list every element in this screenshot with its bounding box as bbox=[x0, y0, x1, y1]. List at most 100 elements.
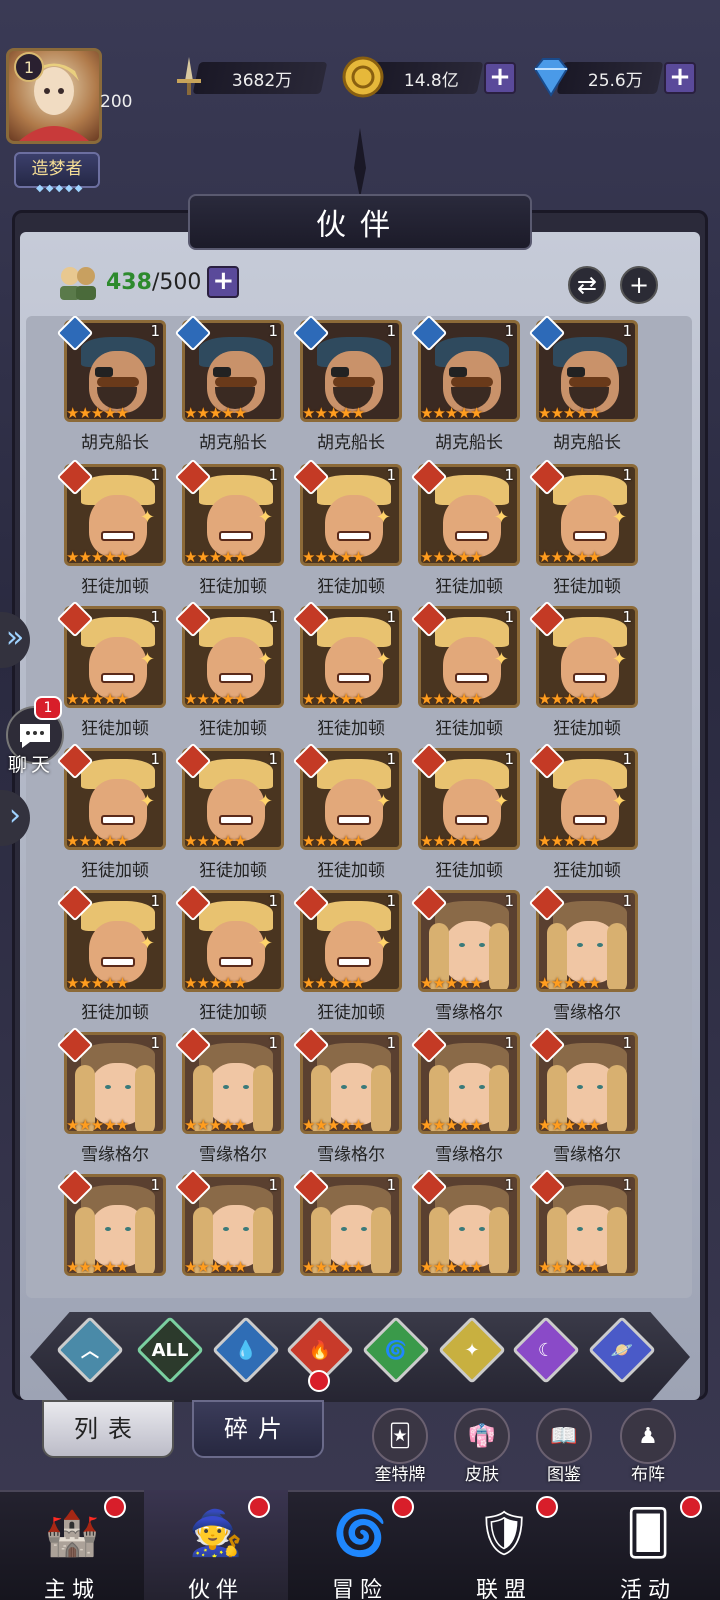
nav-label: 主城 bbox=[43, 1578, 100, 1600]
partner-card[interactable]: ✦ 1 ★★★★★ 狂徒加顿 bbox=[174, 742, 284, 886]
partner-name: 雪缘格尔 bbox=[553, 1145, 621, 1165]
partner-stars: ★★★★★ bbox=[184, 690, 247, 708]
partner-card[interactable]: ✦ 1 ★★★★★ 狂徒加顿 bbox=[292, 742, 402, 886]
partner-card[interactable]: 1 ★★★★★ 胡克船长 bbox=[410, 316, 520, 458]
tool-button-1[interactable]: 👘 皮肤 bbox=[444, 1408, 520, 1485]
partner-grid[interactable]: 1 ★★★★★ 胡克船长 1 ★★★★★ 胡克船长 1 ★★★★★ 胡克船长 1 ★★★★★ 胡克船长… bbox=[26, 316, 692, 1298]
add-gold-button[interactable]: + bbox=[484, 62, 516, 94]
partner-name: 雪缘格尔 bbox=[435, 1145, 503, 1165]
nav-icon: 🂠 bbox=[625, 1507, 671, 1559]
partner-count: 1 bbox=[504, 1176, 514, 1194]
partner-card[interactable]: ✦ 1 ★★★★★ 狂徒加顿 bbox=[292, 884, 402, 1028]
partner-count: 1 bbox=[150, 466, 160, 484]
partner-count: 1 bbox=[150, 1176, 160, 1194]
tab-fragments[interactable]: 碎片 bbox=[192, 1400, 324, 1458]
diamond-icon bbox=[528, 54, 574, 100]
partner-stars: ★★★★★ bbox=[302, 404, 365, 422]
partner-count: 1 bbox=[386, 608, 396, 626]
partner-card[interactable]: ✦ 1 ★★★★★ 狂徒加顿 bbox=[174, 884, 284, 1028]
partner-card[interactable]: 1 ★★★★★ 胡克船长 bbox=[528, 316, 638, 458]
tool-button-3[interactable]: ♟ 布阵 bbox=[610, 1408, 686, 1485]
partner-count: 1 bbox=[386, 322, 396, 340]
partner-card[interactable]: ✦ 1 ★★★★★ 狂徒加顿 bbox=[56, 742, 166, 886]
power-display: 3682万 bbox=[192, 62, 328, 94]
tool-button-0[interactable]: 🃏 奎特牌 bbox=[362, 1408, 438, 1485]
partner-count: 1 bbox=[504, 892, 514, 910]
player-level-value: 200 bbox=[100, 92, 133, 112]
partner-count: 1 bbox=[268, 322, 278, 340]
partner-name: 狂徒加顿 bbox=[435, 577, 503, 597]
partner-card[interactable]: ✦ 1 ★★★★★ 狂徒加顿 bbox=[174, 600, 284, 744]
partner-stars: ★★★★★ bbox=[420, 974, 483, 992]
partner-name: 雪缘格尔 bbox=[435, 1003, 503, 1023]
partner-card[interactable]: ✦ 1 ★★★★★ 狂徒加顿 bbox=[56, 600, 166, 744]
partner-stars: ★★★★★ bbox=[302, 974, 365, 992]
power-value: 3682万 bbox=[232, 70, 293, 91]
expand-roster-button[interactable]: + bbox=[207, 266, 240, 298]
nav-icon: 🧙 bbox=[188, 1508, 244, 1559]
add-partner-button[interactable]: + bbox=[620, 266, 658, 304]
partner-stars: ★★★★★ bbox=[302, 1116, 365, 1134]
partner-card[interactable]: 1 ★★★★★ 雪缘格尔 bbox=[410, 1026, 520, 1170]
partner-name: 雪缘格尔 bbox=[553, 1003, 621, 1023]
partner-stars: ★★★★★ bbox=[538, 1116, 601, 1134]
swap-sort-button[interactable]: ⇄ bbox=[568, 266, 606, 304]
page-title: 伙伴 bbox=[188, 194, 532, 250]
partner-card[interactable]: 1 ★★★★★ bbox=[174, 1168, 284, 1298]
filter-dark-icon: ☾ bbox=[537, 1339, 555, 1361]
partner-card[interactable]: ✦ 1 ★★★★★ 狂徒加顿 bbox=[528, 600, 638, 744]
partner-card[interactable]: ✦ 1 ★★★★★ 狂徒加顿 bbox=[174, 458, 284, 602]
sword-power-icon bbox=[166, 54, 212, 100]
roster-max: /500 bbox=[151, 269, 202, 295]
partner-card[interactable]: ✦ 1 ★★★★★ 狂徒加顿 bbox=[292, 458, 402, 602]
partner-count: 1 bbox=[268, 1034, 278, 1052]
partner-stars: ★★★★★ bbox=[420, 1258, 483, 1276]
partner-card[interactable]: ✦ 1 ★★★★★ 狂徒加顿 bbox=[528, 742, 638, 886]
partner-card[interactable]: 1 ★★★★★ 胡克船长 bbox=[56, 316, 166, 458]
partner-card[interactable]: ✦ 1 ★★★★★ 狂徒加顿 bbox=[410, 458, 520, 602]
partner-card[interactable]: ✦ 1 ★★★★★ 狂徒加顿 bbox=[56, 884, 166, 1028]
nav-notification-dot bbox=[680, 1496, 702, 1518]
nav-label: 伙伴 bbox=[187, 1578, 244, 1600]
partner-card[interactable]: 1 ★★★★★ bbox=[292, 1168, 402, 1298]
partner-card[interactable]: 1 ★★★★★ 胡克船长 bbox=[174, 316, 284, 458]
partner-card[interactable]: ✦ 1 ★★★★★ 狂徒加顿 bbox=[56, 458, 166, 602]
tool-icon: 🃏 bbox=[372, 1408, 428, 1464]
partner-card[interactable]: ✦ 1 ★★★★★ 狂徒加顿 bbox=[410, 742, 520, 886]
partner-card[interactable]: 1 ★★★★★ bbox=[528, 1168, 638, 1298]
partner-card[interactable]: 1 ★★★★★ bbox=[410, 1168, 520, 1298]
add-diamond-button[interactable]: + bbox=[664, 62, 696, 94]
partner-card[interactable]: ✦ 1 ★★★★★ 狂徒加顿 bbox=[528, 458, 638, 602]
partner-card[interactable]: 1 ★★★★★ 雪缘格尔 bbox=[174, 1026, 284, 1170]
partner-stars: ★★★★★ bbox=[184, 548, 247, 566]
partner-card[interactable]: 1 ★★★★★ 胡克船长 bbox=[292, 316, 402, 458]
partner-card[interactable]: 1 ★★★★★ 雪缘格尔 bbox=[528, 884, 638, 1028]
partner-card[interactable]: 1 ★★★★★ 雪缘格尔 bbox=[292, 1026, 402, 1170]
partner-count: 1 bbox=[386, 892, 396, 910]
partner-stars: ★★★★★ bbox=[420, 1116, 483, 1134]
partner-name: 胡克船长 bbox=[553, 433, 621, 453]
partner-stars: ★★★★★ bbox=[302, 690, 365, 708]
tab-list[interactable]: 列表 bbox=[42, 1400, 174, 1458]
partner-card[interactable]: 1 ★★★★★ 雪缘格尔 bbox=[410, 884, 520, 1028]
partner-stars: ★★★★★ bbox=[184, 974, 247, 992]
partner-card[interactable]: 1 ★★★★★ bbox=[56, 1168, 166, 1298]
swap-icon: ⇄ bbox=[576, 271, 598, 299]
partner-card[interactable]: 1 ★★★★★ 雪缘格尔 bbox=[56, 1026, 166, 1170]
partner-stars: ★★★★★ bbox=[538, 974, 601, 992]
partner-stars: ★★★★★ bbox=[538, 690, 601, 708]
partner-count: 1 bbox=[622, 322, 632, 340]
partner-stars: ★★★★★ bbox=[538, 832, 601, 850]
partner-card[interactable]: 1 ★★★★★ 雪缘格尔 bbox=[528, 1026, 638, 1170]
player-title-badge[interactable]: 造梦者 ◆◆◆◆◆ bbox=[14, 152, 100, 194]
gold-coin-icon bbox=[340, 54, 386, 100]
partner-card[interactable]: ✦ 1 ★★★★★ 狂徒加顿 bbox=[410, 600, 520, 744]
partner-stars: ★★★★★ bbox=[302, 548, 365, 566]
title-stars: ◆◆◆◆◆ bbox=[36, 183, 85, 194]
partner-count: 1 bbox=[622, 750, 632, 768]
nav-icon: 🏰 bbox=[44, 1508, 100, 1559]
partner-count: 1 bbox=[150, 1034, 160, 1052]
tool-button-2[interactable]: 📖 图鉴 bbox=[526, 1408, 602, 1485]
element-filter-bar bbox=[30, 1312, 690, 1402]
partner-card[interactable]: ✦ 1 ★★★★★ 狂徒加顿 bbox=[292, 600, 402, 744]
